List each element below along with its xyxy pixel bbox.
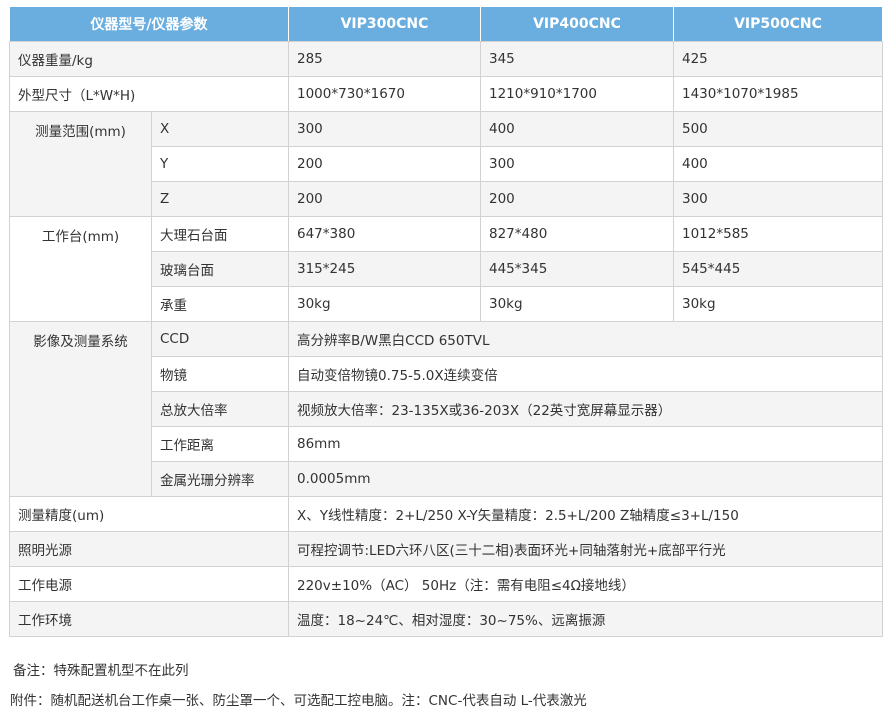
sublabel: X — [151, 111, 289, 147]
cell: 827*480 — [480, 216, 674, 252]
row-table-marble: 工作台(mm) 大理石台面 647*380 827*480 1012*585 — [9, 216, 883, 322]
label-size: 外型尺寸（L*W*H) — [9, 76, 289, 112]
label-imaging: 影像及测量系统 — [9, 321, 152, 497]
sublabel: 承重 — [151, 286, 289, 322]
cell: 1012*585 — [673, 216, 883, 252]
label-worktable: 工作台(mm) — [9, 216, 152, 322]
label-power: 工作电源 — [9, 566, 289, 602]
row-size: 外型尺寸（L*W*H) 1000*730*1670 1210*910*1700 … — [9, 76, 883, 112]
cell: 400 — [673, 146, 883, 182]
cell: 220v±10%（AC） 50Hz（注：需有电阻≤4Ω接地线） — [288, 566, 883, 602]
header-model-3: VIP500CNC — [673, 6, 883, 42]
sublabel: 玻璃台面 — [151, 251, 289, 287]
row-weight: 仪器重量/kg 285 345 425 — [9, 41, 883, 77]
cell: 400 — [480, 111, 674, 147]
cell: 285 — [288, 41, 481, 77]
spec-table: 仪器型号/仪器参数 VIP300CNC VIP400CNC VIP500CNC … — [9, 6, 883, 637]
sublabel: Z — [151, 181, 289, 217]
cell: 445*345 — [480, 251, 674, 287]
cell: 315*245 — [288, 251, 481, 287]
sublabel: Y — [151, 146, 289, 182]
sublabel: 金属光珊分辨率 — [151, 461, 289, 497]
cell: 300 — [480, 146, 674, 182]
cell: 200 — [288, 181, 481, 217]
cell: 自动变倍物镜0.75-5.0X连续变倍 — [288, 356, 883, 392]
label-weight: 仪器重量/kg — [9, 41, 289, 77]
cell: 1430*1070*1985 — [673, 76, 883, 112]
cell: 30kg — [288, 286, 481, 322]
cell: 1000*730*1670 — [288, 76, 481, 112]
row-range-x: 测量范围(mm) X 300 400 500 — [9, 111, 883, 217]
label-accuracy: 测量精度(um) — [9, 496, 289, 532]
note-remark: 备注：特殊配置机型不在此列 — [13, 663, 189, 679]
cell: 345 — [480, 41, 674, 77]
label-light: 照明光源 — [9, 531, 289, 567]
cell: 30kg — [673, 286, 883, 322]
header-model-1: VIP300CNC — [288, 6, 481, 42]
row-accuracy: 测量精度(um) X、Y线性精度：2+L/250 X-Y矢量精度：2.5+L/2… — [9, 496, 883, 532]
cell: 545*445 — [673, 251, 883, 287]
note-accessories: 附件：随机配送机台工作桌一张、防尘罩一个、可选配工控电脑。注：CNC-代表自动 … — [10, 693, 587, 709]
header-model-2: VIP400CNC — [480, 6, 674, 42]
cell: X、Y线性精度：2+L/250 X-Y矢量精度：2.5+L/200 Z轴精度≤3… — [288, 496, 883, 532]
row-light: 照明光源 可程控调节:LED六环八区(三十二相)表面环光+同轴落射光+底部平行光 — [9, 531, 883, 567]
sublabel: 工作距离 — [151, 426, 289, 462]
cell: 300 — [288, 111, 481, 147]
header-param: 仪器型号/仪器参数 — [9, 6, 289, 42]
sublabel: 大理石台面 — [151, 216, 289, 252]
cell: 86mm — [288, 426, 883, 462]
cell: 200 — [288, 146, 481, 182]
cell: 647*380 — [288, 216, 481, 252]
cell: 300 — [673, 181, 883, 217]
label-env: 工作环境 — [9, 601, 289, 637]
cell: 500 — [673, 111, 883, 147]
cell: 视频放大倍率：23-135X或36-203X（22英寸宽屏幕显示器） — [288, 391, 883, 427]
row-env: 工作环境 温度：18~24℃、相对湿度：30~75%、远离振源 — [9, 601, 883, 637]
sublabel: 物镜 — [151, 356, 289, 392]
cell: 30kg — [480, 286, 674, 322]
row-imaging-ccd: 影像及测量系统 CCD 高分辨率B/W黑白CCD 650TVL — [9, 321, 883, 497]
header-row: 仪器型号/仪器参数 VIP300CNC VIP400CNC VIP500CNC — [9, 6, 883, 42]
sublabel: CCD — [151, 321, 289, 357]
cell: 可程控调节:LED六环八区(三十二相)表面环光+同轴落射光+底部平行光 — [288, 531, 883, 567]
cell: 1210*910*1700 — [480, 76, 674, 112]
cell: 200 — [480, 181, 674, 217]
cell: 425 — [673, 41, 883, 77]
cell: 0.0005mm — [288, 461, 883, 497]
row-power: 工作电源 220v±10%（AC） 50Hz（注：需有电阻≤4Ω接地线） — [9, 566, 883, 602]
sublabel: 总放大倍率 — [151, 391, 289, 427]
label-range: 测量范围(mm) — [9, 111, 152, 217]
cell: 高分辨率B/W黑白CCD 650TVL — [288, 321, 883, 357]
cell: 温度：18~24℃、相对湿度：30~75%、远离振源 — [288, 601, 883, 637]
